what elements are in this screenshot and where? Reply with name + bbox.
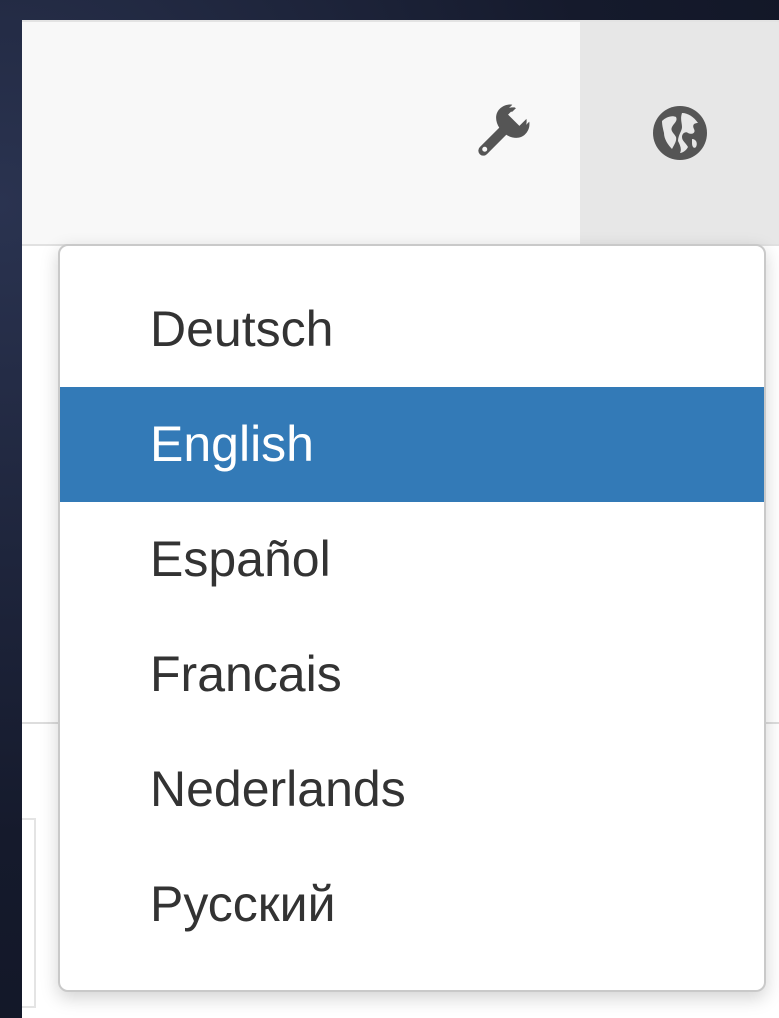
language-item-deutsch[interactable]: Deutsch — [60, 272, 764, 387]
globe-icon — [652, 106, 707, 160]
tools-button[interactable] — [422, 22, 580, 244]
screen: Deutsch English Español Francais Nederla… — [0, 0, 779, 1018]
language-item-espanol[interactable]: Español — [60, 502, 764, 617]
language-button[interactable] — [580, 22, 779, 244]
language-item-russian[interactable]: Русский — [60, 847, 764, 962]
language-item-francais[interactable]: Francais — [60, 617, 764, 732]
language-dropdown-menu: Deutsch English Español Francais Nederla… — [58, 244, 766, 992]
content-panel-edge — [22, 818, 36, 1008]
language-list: Deutsch English Español Francais Nederla… — [60, 272, 764, 962]
wrench-icon — [478, 104, 530, 156]
language-item-english[interactable]: English — [60, 387, 764, 502]
language-item-nederlands[interactable]: Nederlands — [60, 732, 764, 847]
navbar — [22, 22, 779, 246]
